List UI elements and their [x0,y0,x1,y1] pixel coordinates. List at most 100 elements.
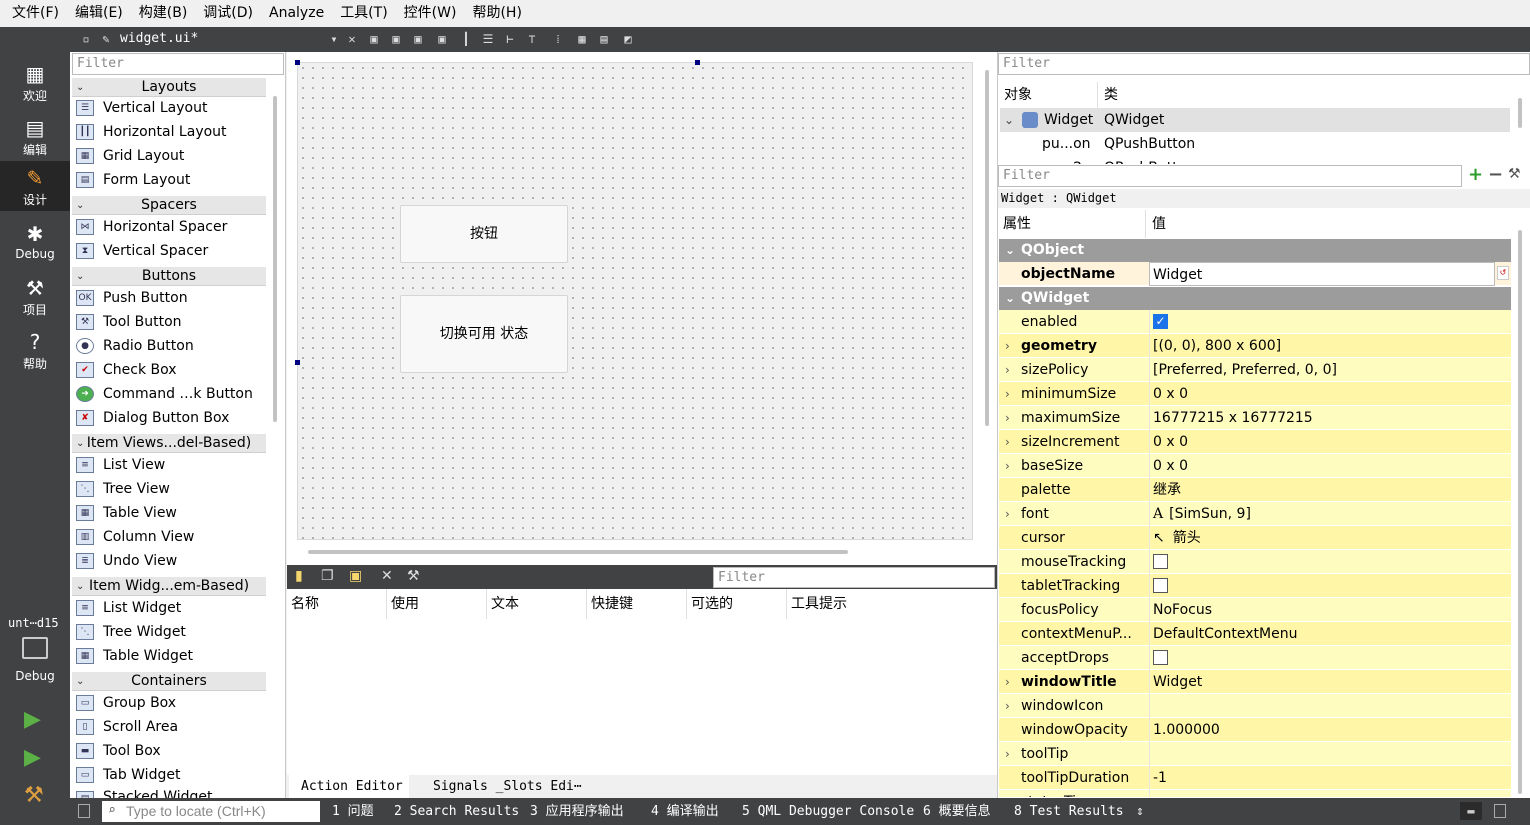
widget-tab-widget[interactable]: ▭ Tab Widget [74,763,266,787]
widget-tree-widget[interactable]: ⋱ Tree Widget [74,620,266,644]
category-spacers[interactable]: ⌄ Spacers [72,195,266,215]
prop-value[interactable] [1149,790,1509,797]
monitor-icon[interactable] [22,637,48,659]
menu-widgets[interactable]: 控件(W) [396,0,465,27]
delete-action-icon[interactable]: ✕ [381,568,393,584]
widget-vertical-layout[interactable]: ☰ Vertical Layout [74,96,266,120]
mode-design[interactable]: ✎ 设计 [0,161,70,211]
layout-horizontal-icon[interactable]: ┃ [458,31,474,47]
build-hammer-icon[interactable]: ⚒ [24,783,44,808]
form-push-button-1[interactable]: 按钮 [400,205,568,263]
prop-geometry[interactable]: › geometry [(0, 0), 800 x 600] [999,334,1511,358]
category-item-widgets[interactable]: ⌄ Item Widg...em-Based) [72,576,266,596]
tab-signals-slots-editor[interactable]: Signals _Slots Edi⋯ [421,775,582,798]
debug-run-icon[interactable]: ▶ [24,745,41,770]
pane-qml-debugger-console[interactable]: 5 QML Debugger Console [742,798,914,825]
file-tab[interactable]: widget.ui* [120,31,198,46]
edit-signals-icon[interactable]: ▣ [388,31,404,47]
prop-font[interactable]: › font A [SimSun, 9] [999,502,1511,526]
prop-tablettracking[interactable]: tabletTracking [999,574,1511,598]
column-header[interactable]: 快捷键 [587,589,687,619]
prop-value[interactable]: [Preferred, Preferred, 0, 0] [1149,358,1509,382]
mode-welcome[interactable]: ▦ 欢迎 [0,57,70,109]
pane-issues[interactable]: 1 问题 [332,798,374,825]
object-name-field[interactable]: Widget [1149,262,1495,286]
mode-debug[interactable]: ✱ Debug [0,217,70,269]
prop-value[interactable] [1149,694,1509,718]
column-header[interactable]: 文本 [487,589,587,619]
mode-edit[interactable]: ▤ 编辑 [0,111,70,163]
widget-box-scrollbar[interactable] [273,96,277,422]
checkbox-unchecked[interactable] [1153,577,1168,593]
checkbox-unchecked[interactable] [1153,553,1168,569]
prop-value[interactable]: NoFocus [1149,598,1509,622]
prop-cursor[interactable]: cursor ↖ 箭头 [999,526,1511,550]
prop-value[interactable]: 0 x 0 [1149,382,1509,406]
edit-tab-order-icon[interactable]: ▣ [434,31,450,47]
widget-list-view[interactable]: ≡ List View [74,453,266,477]
selection-handle[interactable] [295,360,300,365]
prop-value[interactable] [1149,574,1509,598]
prop-value[interactable]: DefaultContextMenu [1149,622,1509,646]
checkbox-unchecked[interactable] [1153,649,1168,665]
widget-radio-button[interactable]: ● Radio Button [74,334,266,358]
run-icon[interactable]: ▶ [24,707,41,732]
prop-value[interactable]: Widget [1149,670,1509,694]
chevron-right-icon[interactable]: › [1005,454,1010,478]
remove-property-icon[interactable]: − [1488,164,1503,185]
prop-focuspolicy[interactable]: focusPolicy NoFocus [999,598,1511,622]
prop-value[interactable]: ↖ 箭头 [1149,526,1509,550]
close-icon[interactable]: ✕ [344,31,360,47]
column-header[interactable]: 类 [1100,82,1510,108]
category-buttons[interactable]: ⌄ Buttons [72,266,266,286]
chevron-right-icon[interactable]: › [1005,358,1010,382]
object-row-selected[interactable]: ⌄ Widget QWidget [1000,108,1510,132]
new-action-icon[interactable]: ▮ [295,568,303,584]
prop-value[interactable]: ✓ [1149,310,1509,334]
chevron-right-icon[interactable]: › [1005,670,1010,694]
add-property-icon[interactable]: + [1468,164,1483,185]
pane-compile-output[interactable]: 4 编译输出 [651,798,719,825]
prop-value[interactable]: 1.000000 [1149,718,1509,742]
prop-value[interactable]: 16777215 x 16777215 [1149,406,1509,430]
widget-push-button[interactable]: OK Push Button [74,286,266,310]
prop-windowopacity[interactable]: windowOpacity 1.000000 [999,718,1511,742]
paste-action-icon[interactable]: ▣ [349,568,362,584]
prop-windowicon[interactable]: › windowIcon [999,694,1511,718]
prop-contextmenupolicy[interactable]: contextMenuP... DefaultContextMenu [999,622,1511,646]
pane-test-results[interactable]: 8 Test Results [1014,798,1124,825]
tab-action-editor[interactable]: Action Editor [289,775,409,798]
prop-mousetracking[interactable]: mouseTracking [999,550,1511,574]
column-header[interactable]: 对象 [1000,82,1098,108]
prop-value[interactable] [1149,742,1509,766]
prop-value[interactable]: -1 [1149,766,1509,790]
widget-dialog-button-box[interactable]: ✘ Dialog Button Box [74,406,266,430]
widget-list-widget[interactable]: ≡ List Widget [74,596,266,620]
chevron-down-icon[interactable]: ⌄ [1004,108,1014,132]
widget-horizontal-layout[interactable]: ┃┃ Horizontal Layout [74,120,266,144]
chevron-right-icon[interactable]: › [1005,334,1010,358]
menu-debug[interactable]: 调试(D) [195,0,261,27]
layout-grid-icon[interactable]: ⁞ [550,31,566,47]
chevron-right-icon[interactable]: › [1005,742,1010,766]
prop-tooltipduration[interactable]: toolTipDuration -1 [999,766,1511,790]
menu-edit[interactable]: 编辑(E) [67,0,131,27]
selection-handle[interactable] [695,60,700,65]
action-filter-input[interactable]: Filter [713,567,995,588]
category-item-views[interactable]: ⌄ Item Views...del-Based) [72,433,266,453]
checkbox-checked[interactable]: ✓ [1153,313,1168,329]
widget-column-view[interactable]: ▥ Column View [74,525,266,549]
prop-value[interactable]: 继承 [1149,478,1509,502]
edit-widgets-icon[interactable]: ▣ [366,31,382,47]
object-filter-input[interactable]: Filter [998,53,1530,75]
menu-file[interactable]: 文件(F) [4,0,67,27]
widget-stacked-widget[interactable]: ▤ Stacked Widget [74,787,266,798]
prop-value[interactable]: 0 x 0 [1149,454,1509,478]
widget-tree-view[interactable]: ⋱ Tree View [74,477,266,501]
prop-value[interactable]: A [SimSun, 9] [1149,502,1509,526]
chevron-right-icon[interactable]: › [1005,406,1010,430]
canvas-hscroll[interactable] [308,550,848,554]
edit-buddies-icon[interactable]: ▣ [410,31,426,47]
menu-help[interactable]: 帮助(H) [464,0,529,27]
prop-tooltip[interactable]: › toolTip [999,742,1511,766]
